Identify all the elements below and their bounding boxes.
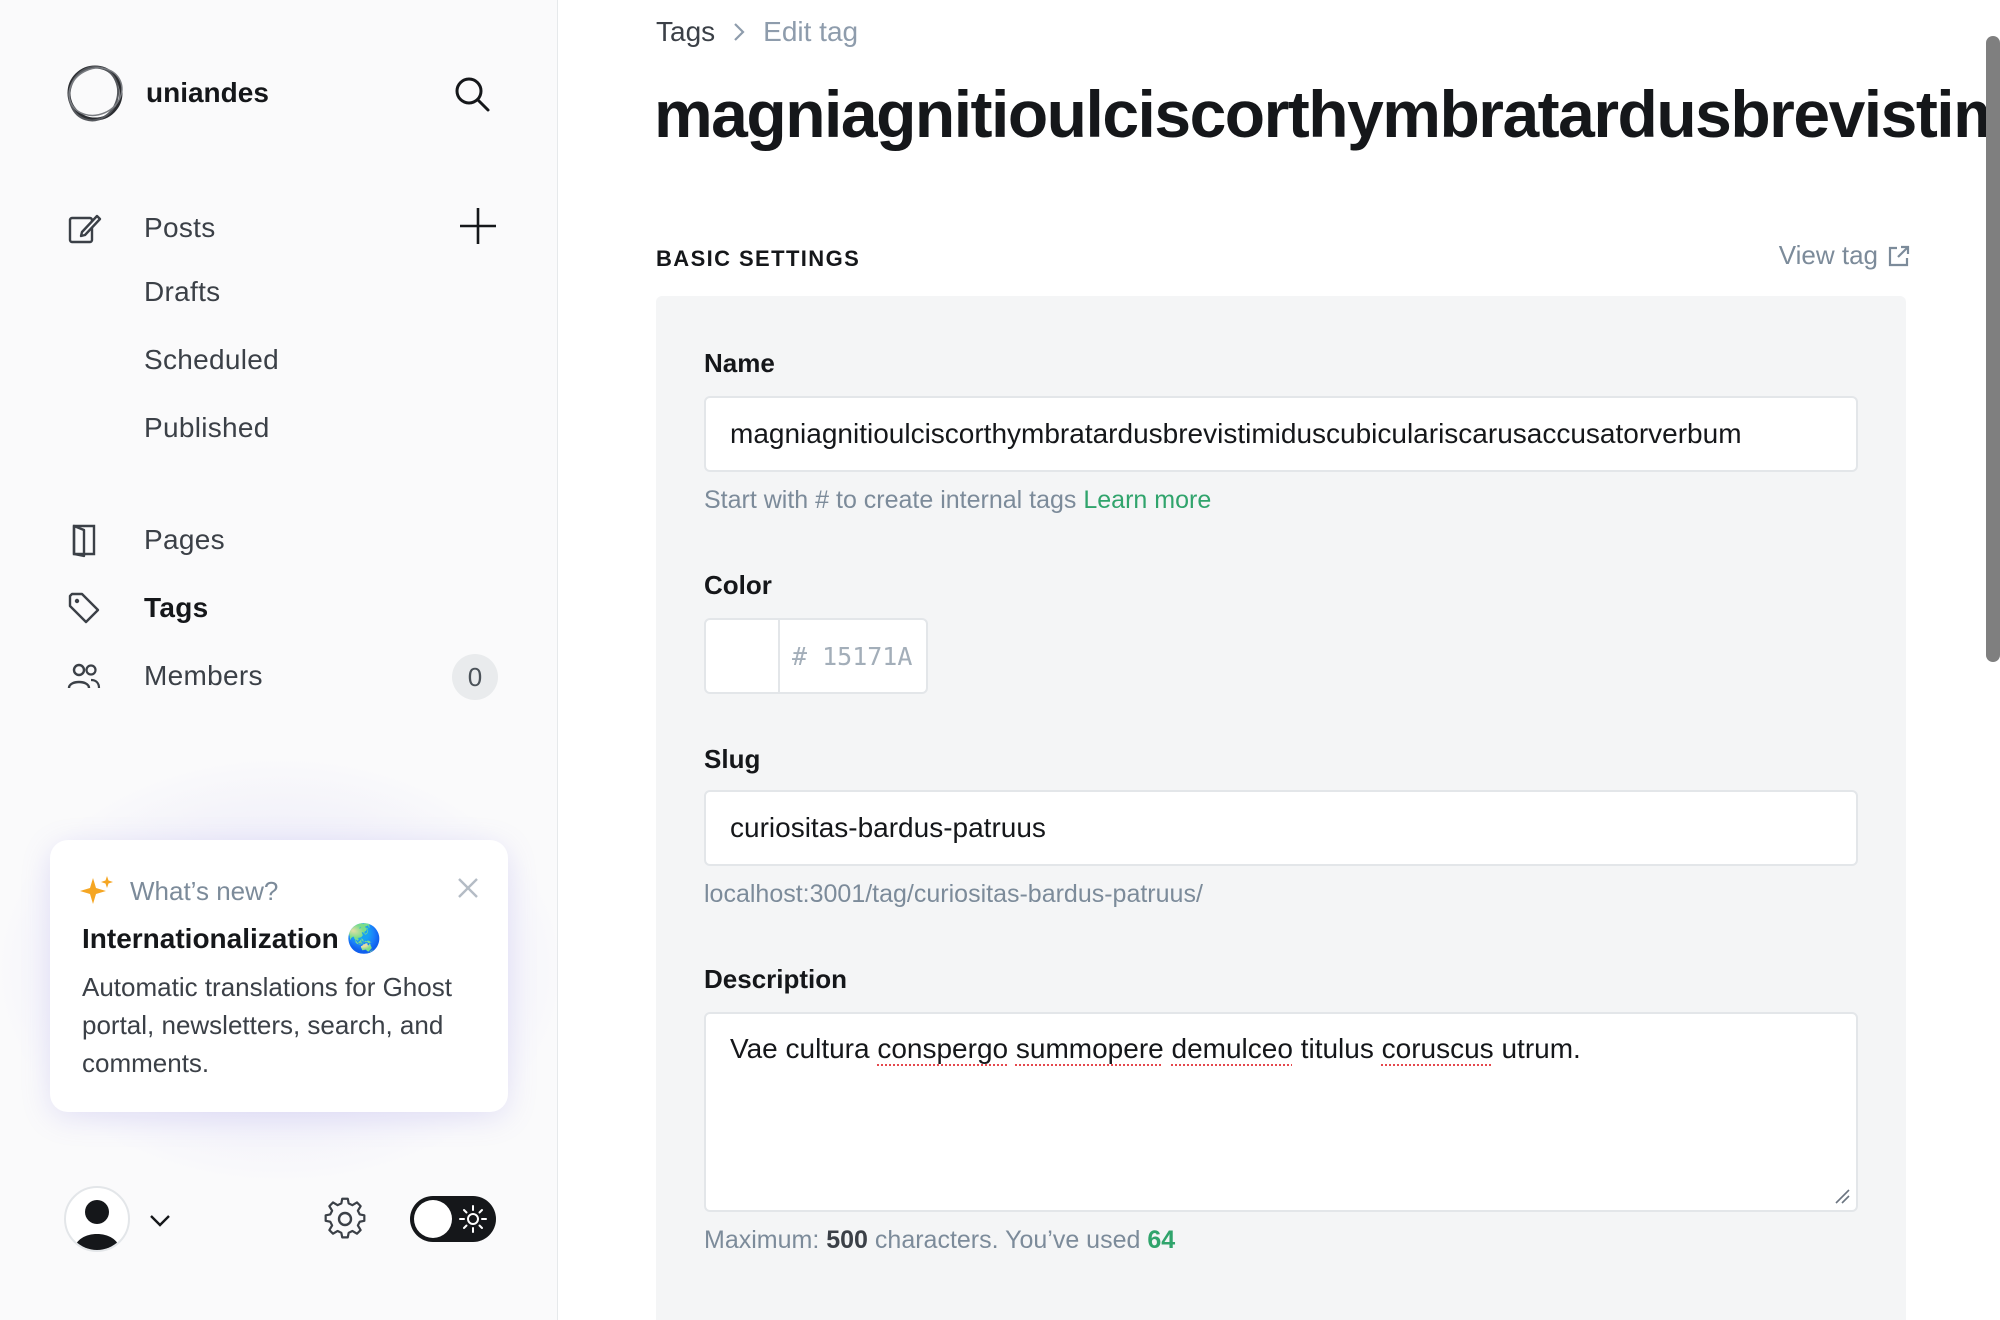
description-word-misspelled: coruscus bbox=[1381, 1033, 1494, 1064]
description-word: utrum. bbox=[1501, 1033, 1581, 1064]
chevron-down-icon[interactable] bbox=[146, 1206, 174, 1234]
site-brand[interactable]: uniandes bbox=[64, 62, 269, 124]
avatar[interactable] bbox=[64, 1186, 130, 1252]
sidebar-item-label: Tags bbox=[144, 592, 209, 623]
description-word-misspelled: summopere bbox=[1015, 1033, 1164, 1064]
edit-post-icon bbox=[64, 208, 104, 248]
description-counter: Maximum: 500 characters. You’ve used 64 bbox=[704, 1226, 1175, 1255]
sidebar-item-drafts[interactable]: Drafts bbox=[144, 276, 220, 308]
slug-url-preview: localhost:3001/tag/curiositas-bardus-pat… bbox=[704, 880, 1203, 908]
user-icon bbox=[74, 1200, 120, 1250]
slug-input[interactable]: curiositas-bardus-patruus bbox=[704, 790, 1858, 866]
close-icon[interactable] bbox=[454, 874, 482, 902]
slug-label: Slug bbox=[704, 744, 761, 774]
counter-used: 64 bbox=[1147, 1226, 1176, 1254]
new-post-icon[interactable] bbox=[456, 204, 500, 248]
resize-handle-icon[interactable] bbox=[1834, 1188, 1850, 1204]
tag-icon bbox=[64, 588, 104, 628]
toggle-knob bbox=[414, 1200, 452, 1238]
whats-new-body: Automatic translations for Ghost portal,… bbox=[82, 972, 452, 1078]
name-hint-text: Start with # to create internal tags bbox=[704, 486, 1077, 514]
counter-prefix: Maximum: bbox=[704, 1226, 820, 1254]
sidebar-item-posts[interactable]: Posts bbox=[64, 200, 504, 256]
scrollbar[interactable] bbox=[1986, 36, 2000, 662]
external-link-icon bbox=[1888, 245, 1910, 266]
whats-new-kicker: What’s new? bbox=[130, 876, 279, 906]
site-logo-icon bbox=[67, 65, 123, 122]
counter-mid: characters. You’ve used bbox=[874, 1226, 1141, 1254]
counter-max: 500 bbox=[826, 1226, 868, 1254]
sidebar-item-members[interactable]: Members bbox=[64, 648, 504, 704]
main-content: Tags Edit tag magniagnitioulciscorthymbr… bbox=[558, 0, 2000, 1320]
description-textarea[interactable]: Vae cultura conspergo summopere demulceo… bbox=[704, 1012, 1858, 1212]
description-word-misspelled: conspergo bbox=[877, 1033, 1009, 1064]
whats-new-card[interactable]: What’s new? Internationalization 🌏 Autom… bbox=[50, 840, 508, 1112]
sidebar: uniandes Posts Drafts Scheduled Publishe… bbox=[0, 0, 560, 1320]
members-icon bbox=[64, 656, 104, 696]
section-title: BASIC SETTINGS bbox=[656, 246, 861, 271]
sidebar-item-published[interactable]: Published bbox=[144, 412, 270, 444]
description-label: Description bbox=[704, 964, 848, 994]
sidebar-item-scheduled[interactable]: Scheduled bbox=[144, 344, 279, 376]
page-title: magniagnitioulciscorthymbratardusbrevist… bbox=[654, 77, 2000, 151]
color-label: Color bbox=[704, 570, 772, 600]
breadcrumb: Tags Edit tag bbox=[656, 16, 858, 48]
description-word-misspelled: demulceo bbox=[1171, 1033, 1293, 1064]
breadcrumb-current: Edit tag bbox=[763, 16, 859, 47]
sidebar-item-pages[interactable]: Pages bbox=[64, 512, 504, 568]
breadcrumb-tags-link[interactable]: Tags bbox=[656, 16, 715, 48]
site-name: uniandes bbox=[146, 77, 269, 108]
color-hex-input[interactable]: # 15171A bbox=[780, 620, 912, 692]
chevron-right-icon bbox=[734, 23, 745, 41]
view-tag-label: View tag bbox=[1778, 240, 1878, 270]
sidebar-item-tags[interactable]: Tags bbox=[64, 580, 504, 636]
learn-more-link[interactable]: Learn more bbox=[1083, 486, 1211, 514]
description-word: Vae cultura bbox=[730, 1033, 870, 1064]
sidebar-item-label: Members bbox=[144, 660, 263, 691]
search-icon[interactable] bbox=[452, 74, 492, 114]
name-label: Name bbox=[704, 348, 775, 378]
name-hint: Start with # to create internal tags Lea… bbox=[704, 486, 1211, 515]
sidebar-item-label: Pages bbox=[144, 524, 225, 555]
view-tag-link[interactable]: View tag bbox=[1779, 240, 1912, 271]
theme-toggle[interactable] bbox=[410, 1196, 496, 1242]
gear-icon[interactable] bbox=[322, 1196, 368, 1242]
description-word: titulus bbox=[1300, 1033, 1374, 1064]
pages-icon bbox=[64, 520, 104, 560]
sparkle-icon bbox=[80, 876, 113, 904]
color-field[interactable]: # 15171A bbox=[704, 618, 928, 694]
basic-settings-panel: Name magniagnitioulciscorthymbratardusbr… bbox=[656, 296, 1906, 1320]
name-input[interactable]: magniagnitioulciscorthymbratardusbrevist… bbox=[704, 396, 1858, 472]
sun-icon bbox=[459, 1205, 487, 1233]
color-swatch[interactable] bbox=[706, 620, 780, 692]
sidebar-item-label: Posts bbox=[144, 212, 216, 243]
whats-new-title: Internationalization 🌏 bbox=[82, 923, 382, 954]
members-count-badge: 0 bbox=[452, 654, 498, 700]
